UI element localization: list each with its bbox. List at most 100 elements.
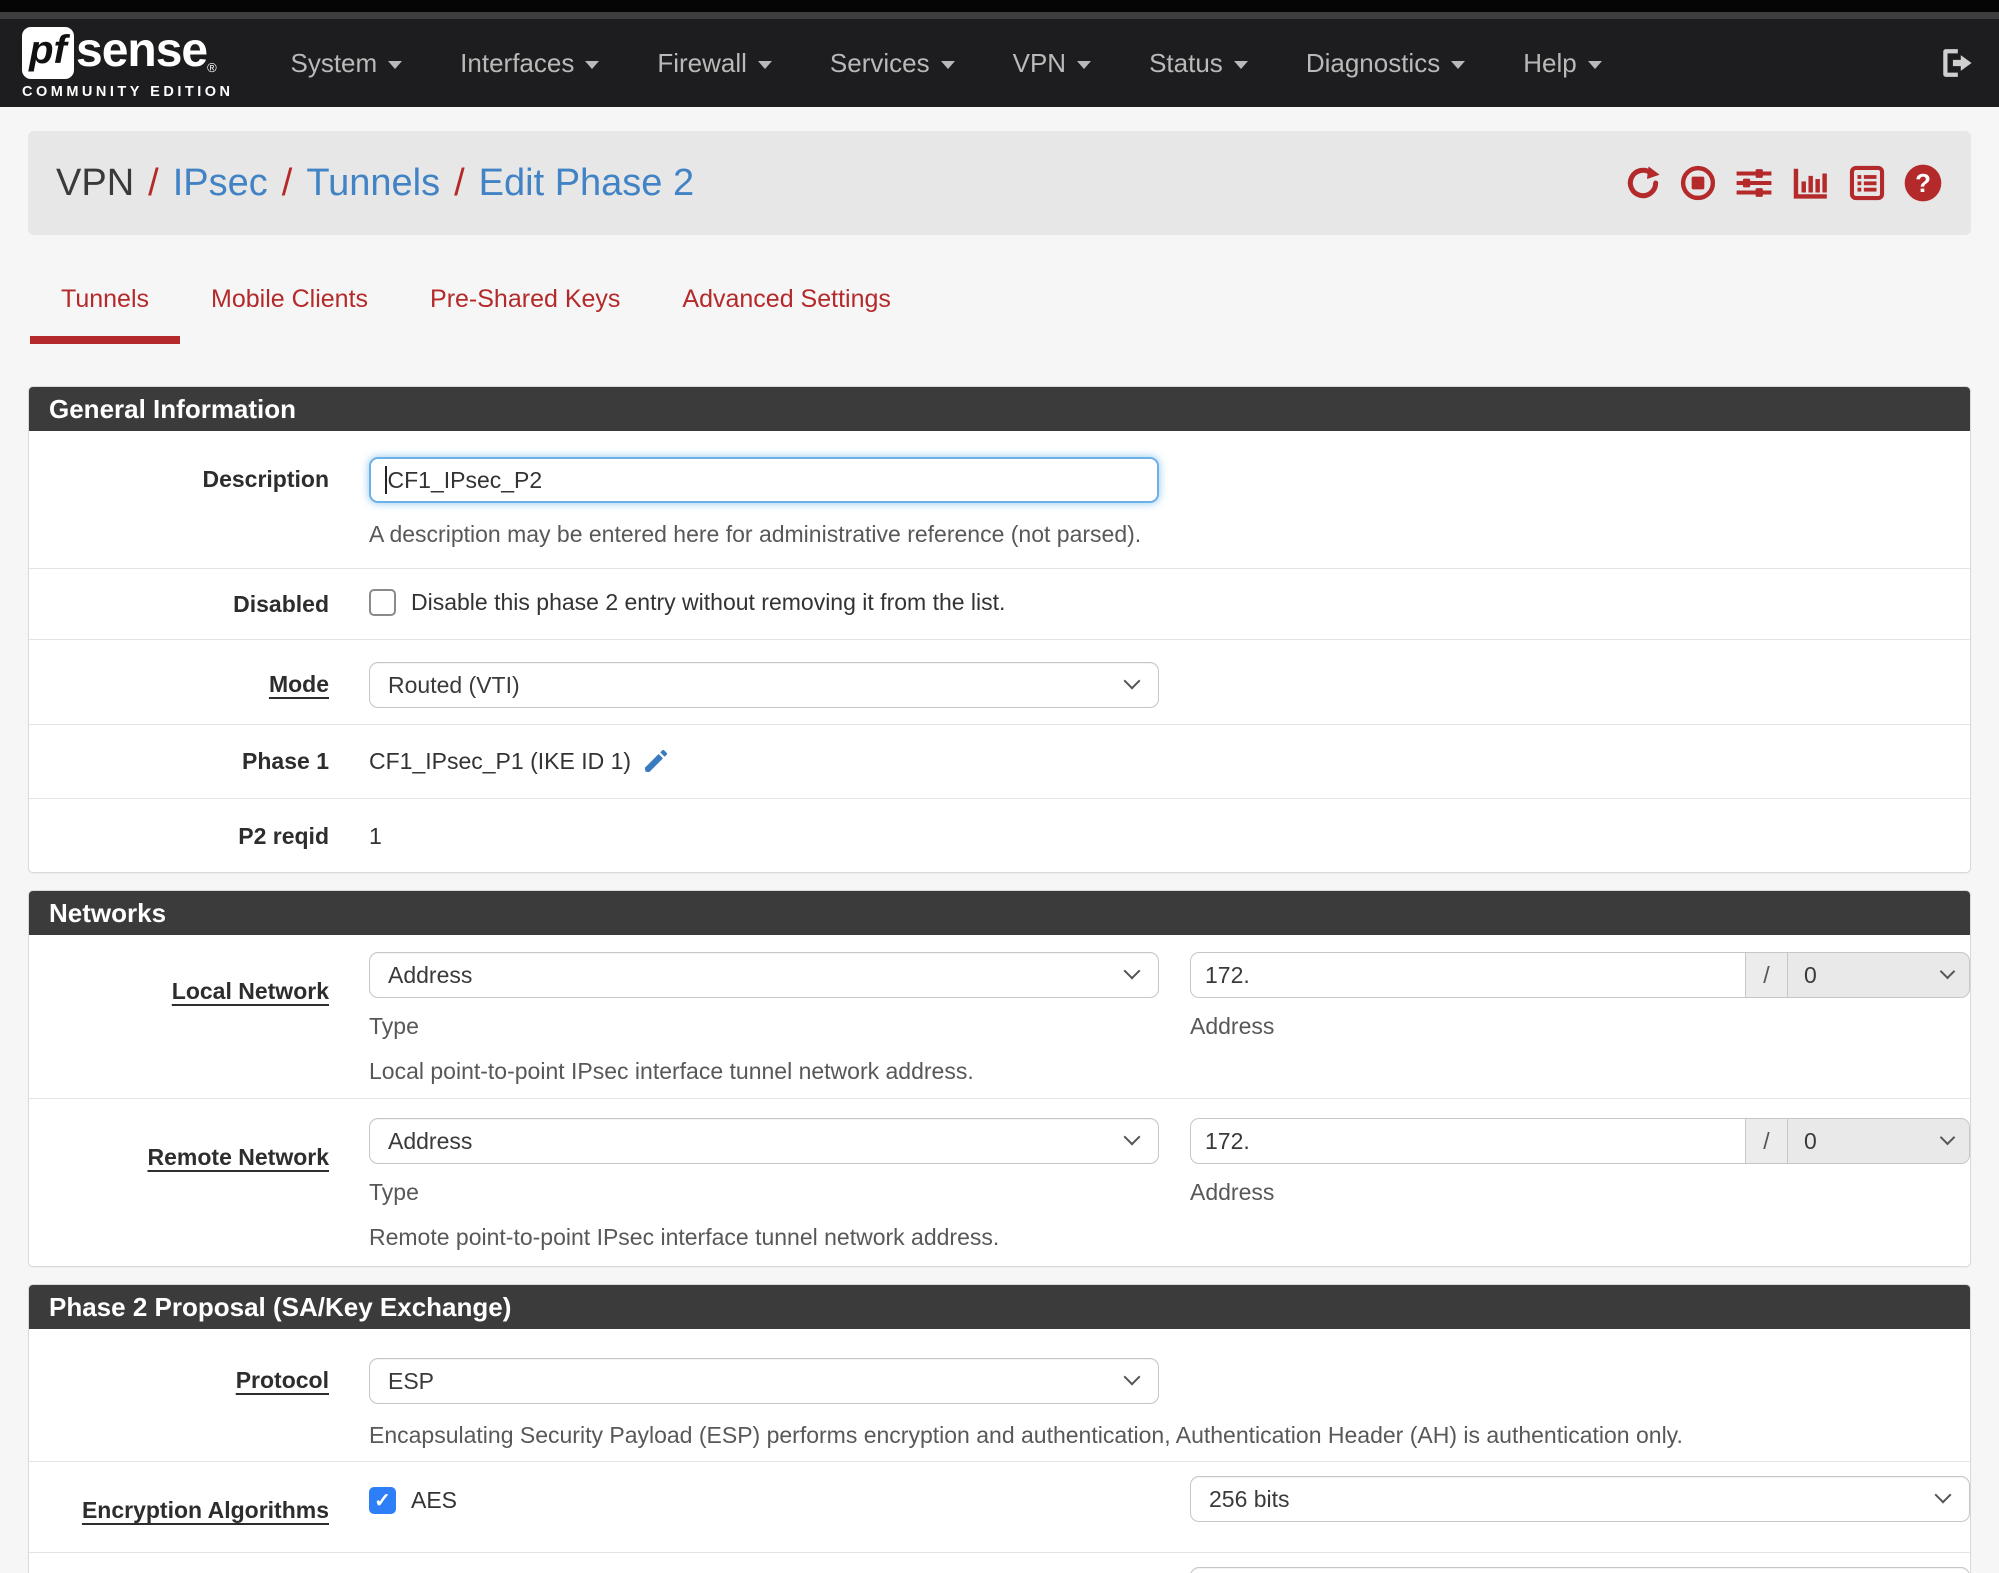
list-icon[interactable] — [1848, 164, 1886, 202]
row-protocol: Protocol ESP Encapsulating Security Payl… — [29, 1329, 1970, 1462]
aes128gcm-keylen-select[interactable]: Auto — [1190, 1567, 1970, 1573]
navbar-menu: System Interfaces Firewall Services VPN … — [261, 19, 1630, 107]
chevron-down-icon — [757, 61, 772, 69]
nav-item-system[interactable]: System — [261, 19, 431, 107]
tab-tunnels[interactable]: Tunnels — [30, 285, 181, 344]
row-disabled: Disabled Disable this phase 2 entry with… — [29, 569, 1970, 640]
local-network-label: Local Network — [171, 978, 329, 1004]
stop-circle-icon[interactable] — [1679, 164, 1717, 202]
description-help-text: A description may be entered here for ad… — [369, 521, 1142, 547]
chevron-down-icon — [1077, 61, 1092, 69]
breadcrumb-tunnels-link[interactable]: Tunnels — [306, 162, 440, 205]
local-network-type-select[interactable]: Address — [369, 952, 1159, 998]
aes-checkbox[interactable]: ✓ — [369, 1486, 396, 1514]
phase1-value: CF1_IPsec_P1 (IKE ID 1) — [369, 747, 632, 774]
top-strip — [0, 0, 1999, 12]
breadcrumb-separator: / — [454, 161, 465, 204]
top-strip-secondary — [0, 12, 1999, 19]
remote-network-address-caption: Address — [1190, 1179, 1275, 1205]
tab-mobile-clients[interactable]: Mobile Clients — [180, 285, 399, 344]
tab-advanced-settings[interactable]: Advanced Settings — [651, 285, 921, 344]
protocol-select[interactable]: ESP — [369, 1358, 1159, 1404]
p2-reqid-label: P2 reqid — [238, 823, 329, 849]
pfsense-logo-pf-box: pf — [22, 26, 74, 79]
row-remote-network: Remote Network Address Type Remote point… — [29, 1099, 1970, 1266]
protocol-label: Protocol — [235, 1367, 329, 1393]
row-encryption-aes: Encryption Algorithms ✓ AES 256 bits — [29, 1462, 1970, 1553]
local-network-slash-addon: / — [1746, 952, 1788, 998]
sliders-icon[interactable] — [1734, 164, 1774, 202]
page-action-icons: ? — [1624, 163, 1943, 203]
chevron-down-icon — [1123, 1368, 1141, 1386]
nav-item-diagnostics[interactable]: Diagnostics — [1277, 19, 1494, 107]
sign-out-icon[interactable] — [1937, 45, 1977, 81]
remote-network-help: Remote point-to-point IPsec interface tu… — [369, 1224, 1000, 1250]
chevron-down-icon — [1587, 61, 1602, 69]
row-encryption-aes128gcm: AES128-GCM Auto — [29, 1553, 1970, 1573]
row-local-network: Local Network Address Type Local point-t… — [29, 935, 1970, 1099]
remote-network-type-select[interactable]: Address — [369, 1118, 1159, 1164]
remote-network-prefix-select[interactable]: 0 — [1788, 1118, 1970, 1164]
pfsense-logo[interactable]: pf sense ® COMMUNITY EDITION — [22, 23, 234, 100]
breadcrumb-edit-phase2-link[interactable]: Edit Phase 2 — [479, 162, 694, 205]
refresh-icon[interactable] — [1624, 164, 1662, 202]
nav-item-interfaces[interactable]: Interfaces — [431, 19, 628, 107]
chevron-down-icon — [1123, 962, 1141, 980]
chevron-down-icon — [1233, 61, 1248, 69]
chevron-down-icon — [1123, 672, 1141, 690]
aes-keylen-select[interactable]: 256 bits — [1190, 1476, 1970, 1522]
chevron-down-icon — [1939, 963, 1956, 980]
panel-general-information: General Information Description CF1_IPse… — [28, 386, 1971, 873]
encryption-row2-label-spacer — [29, 1567, 369, 1573]
chevron-down-icon — [1939, 1129, 1956, 1146]
nav-item-help[interactable]: Help — [1494, 19, 1630, 107]
mode-select[interactable]: Routed (VTI) — [369, 662, 1159, 708]
local-network-address-input[interactable]: 172. — [1190, 952, 1746, 998]
tab-pre-shared-keys[interactable]: Pre-Shared Keys — [399, 285, 651, 344]
registered-mark: ® — [207, 59, 217, 75]
remote-network-label: Remote Network — [147, 1144, 329, 1170]
panel-phase2-proposal: Phase 2 Proposal (SA/Key Exchange) Proto… — [28, 1284, 1971, 1573]
text-cursor — [385, 466, 387, 494]
chevron-down-icon — [1451, 61, 1466, 69]
pfsense-logo-sense: sense — [76, 23, 208, 77]
phase1-label: Phase 1 — [242, 748, 329, 774]
row-description: Description CF1_IPsec_P2 A description m… — [29, 431, 1970, 569]
disabled-checkbox-label: Disable this phase 2 entry without remov… — [411, 589, 1006, 615]
nav-item-services[interactable]: Services — [801, 19, 984, 107]
remote-network-address-input[interactable]: 172. — [1190, 1118, 1746, 1164]
breadcrumb-separator: / — [281, 161, 293, 204]
panel-networks-title: Networks — [29, 891, 1970, 935]
local-network-prefix-select[interactable]: 0 — [1788, 952, 1970, 998]
encryption-algorithms-label: Encryption Algorithms — [81, 1497, 329, 1523]
breadcrumb-vpn: VPN — [56, 161, 135, 204]
nav-item-firewall[interactable]: Firewall — [628, 19, 801, 107]
svg-text:?: ? — [1915, 170, 1931, 198]
pencil-icon[interactable] — [641, 746, 671, 776]
bar-chart-icon[interactable] — [1791, 164, 1831, 202]
nav-item-status[interactable]: Status — [1120, 19, 1277, 107]
chevron-down-icon — [940, 61, 955, 69]
disabled-checkbox[interactable] — [369, 589, 396, 616]
breadcrumb-separator: / — [148, 161, 159, 204]
breadcrumb-ipsec-link[interactable]: IPsec — [173, 162, 268, 205]
protocol-help: Encapsulating Security Payload (ESP) per… — [369, 1422, 1683, 1448]
chevron-down-icon — [388, 61, 403, 69]
breadcrumb-bar: VPN / IPsec / Tunnels / Edit Phase 2 ? — [28, 131, 1971, 235]
row-phase1: Phase 1 CF1_IPsec_P1 (IKE ID 1) — [29, 725, 1970, 799]
chevron-down-icon — [585, 61, 600, 69]
pfsense-edition-label: COMMUNITY EDITION — [22, 83, 234, 100]
remote-network-slash-addon: / — [1746, 1118, 1788, 1164]
aes-checkbox-label: AES — [411, 1486, 458, 1513]
local-network-type-caption: Type — [369, 1013, 419, 1039]
local-network-address-group: 172. / 0 — [1190, 952, 1970, 998]
remote-network-type-caption: Type — [369, 1179, 419, 1205]
remote-network-address-group: 172. / 0 — [1190, 1118, 1970, 1164]
description-input[interactable]: CF1_IPsec_P2 — [369, 457, 1159, 503]
nav-item-vpn[interactable]: VPN — [984, 19, 1120, 107]
panel-phase2-proposal-title: Phase 2 Proposal (SA/Key Exchange) — [29, 1285, 1970, 1329]
mode-label: Mode — [268, 671, 329, 697]
help-icon[interactable]: ? — [1903, 163, 1943, 203]
chevron-down-icon — [1934, 1486, 1952, 1504]
local-network-help: Local point-to-point IPsec interface tun… — [369, 1058, 974, 1084]
